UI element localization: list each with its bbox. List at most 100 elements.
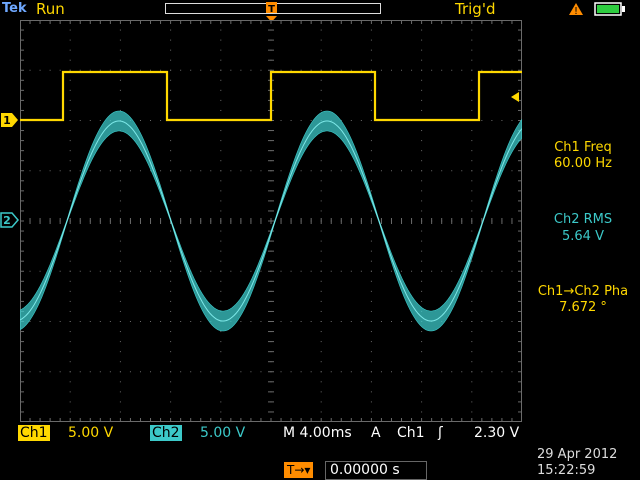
- grid-dot: [119, 401, 121, 403]
- grid-dot: [220, 79, 222, 81]
- ch2-ground-marker[interactable]: 2: [0, 212, 20, 228]
- grid-dot: [69, 190, 71, 192]
- grid-dot: [240, 371, 242, 373]
- grid-dot: [220, 99, 222, 101]
- grid-dot: [220, 109, 222, 111]
- trigger-offset-value: 0.00000 s: [330, 462, 400, 478]
- grid-dot: [170, 180, 172, 182]
- grid-dot: [421, 109, 423, 111]
- grid-dot: [471, 89, 473, 91]
- grid-dot: [69, 351, 71, 353]
- grid-dot: [340, 170, 342, 172]
- grid-dot: [89, 371, 91, 373]
- grid-dot: [69, 280, 71, 282]
- grid-dot: [421, 130, 423, 132]
- grid-dot: [180, 69, 182, 71]
- timebase-readout[interactable]: M 4.00ms: [283, 425, 352, 441]
- grid-dot: [320, 109, 322, 111]
- grid-dot: [471, 310, 473, 312]
- waveform-display[interactable]: [20, 20, 522, 422]
- grid-dot: [69, 89, 71, 91]
- grid-dot: [481, 120, 483, 121]
- grid-dot: [390, 170, 392, 172]
- trigger-mode: A: [371, 425, 381, 441]
- grid-dot: [160, 170, 162, 172]
- trigger-offset-field[interactable]: 0.00000 s: [325, 461, 427, 480]
- grid-dot: [139, 170, 141, 172]
- brand-logo: Tek: [2, 1, 27, 16]
- grid-dot: [350, 371, 352, 373]
- grid-dot: [220, 190, 222, 192]
- grid-dot: [471, 160, 473, 162]
- grid-dot: [461, 321, 463, 322]
- grid-dot: [300, 120, 302, 121]
- ch2-scale-readout[interactable]: Ch2 5.00 V: [150, 425, 245, 441]
- grid-dot: [59, 371, 61, 373]
- grid-dot: [170, 170, 172, 172]
- ch2-tag: Ch2: [150, 425, 182, 441]
- grid-dot: [220, 331, 222, 333]
- grid-dot: [170, 160, 172, 162]
- grid-dot: [290, 120, 292, 121]
- grid-dot: [370, 310, 372, 312]
- grid-dot: [451, 371, 453, 373]
- grid-dot: [471, 341, 473, 343]
- grid-dot: [230, 170, 232, 172]
- grid-dot: [320, 411, 322, 413]
- grid-dot: [49, 371, 51, 373]
- grid-dot: [170, 210, 172, 212]
- grid-dot: [451, 69, 453, 71]
- grid-dot: [471, 29, 473, 31]
- grid-dot: [170, 371, 172, 373]
- grid-dot: [390, 321, 392, 322]
- grid-dot: [99, 170, 101, 172]
- ch1-volts-div: 5.00 V: [68, 425, 114, 441]
- grid-dot: [340, 371, 342, 373]
- grid-dot: [109, 170, 111, 172]
- grid-dot: [421, 331, 423, 333]
- grid-dot: [471, 79, 473, 81]
- grid-dot: [89, 170, 91, 172]
- grid-dot: [139, 69, 141, 71]
- grid-dot: [250, 170, 252, 172]
- grid-dot: [471, 69, 473, 71]
- grid-dot: [330, 371, 332, 373]
- grid-dot: [320, 351, 322, 353]
- grid-dot: [180, 371, 182, 373]
- grid-dot: [220, 160, 222, 162]
- grid-dot: [310, 371, 312, 373]
- ch1-scale-readout[interactable]: Ch1 5.00 V: [18, 425, 113, 441]
- trigger-level-marker[interactable]: [509, 91, 521, 103]
- grid-dot: [421, 29, 423, 31]
- grid-dot: [421, 49, 423, 51]
- grid-dot: [210, 69, 212, 71]
- grid-dot: [69, 270, 71, 272]
- grid-dot: [370, 130, 372, 132]
- grid-dot: [471, 39, 473, 41]
- warning-icon: !: [569, 3, 583, 16]
- grid-dot: [170, 230, 172, 232]
- grid-dot: [220, 401, 222, 403]
- grid-dot: [441, 170, 443, 172]
- grid-dot: [230, 69, 232, 71]
- grid-dot: [421, 89, 423, 91]
- grid-dot: [280, 120, 282, 121]
- grid-dot: [69, 310, 71, 312]
- grid-dot: [390, 69, 392, 71]
- grid-dot: [89, 321, 91, 322]
- grid-dot: [421, 39, 423, 41]
- grid-dot: [109, 270, 111, 272]
- trigger-source[interactable]: Ch1: [397, 425, 425, 441]
- grid-dot: [119, 230, 121, 232]
- grid-dot: [119, 331, 121, 333]
- ch1-ground-marker[interactable]: 1: [0, 112, 20, 128]
- ch2-marker-label: 2: [3, 214, 11, 227]
- grid-dot: [451, 170, 453, 172]
- grid-dot: [481, 69, 483, 71]
- trigger-level[interactable]: 2.30 V: [474, 425, 519, 441]
- grid-dot: [170, 331, 172, 333]
- grid-dot: [69, 401, 71, 403]
- grid-dot: [170, 260, 172, 262]
- grid-dot: [69, 230, 71, 232]
- grid-dot: [471, 321, 473, 322]
